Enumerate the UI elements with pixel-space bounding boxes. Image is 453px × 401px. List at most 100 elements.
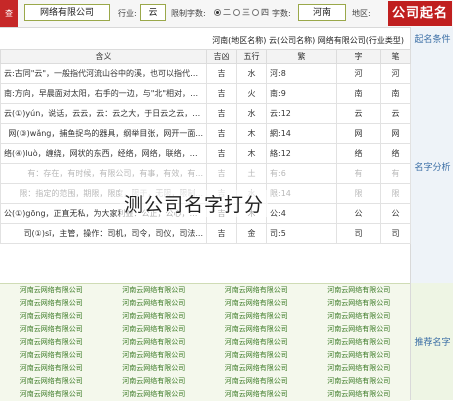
table-row: 网(③)wǎng，捕鱼捉鸟的器具，纲举目张，网开一面... 吉木網:14 网网 [0,123,411,144]
cell-element: 土 [236,163,267,184]
result-row: 河南云网络有限公司 河南云网络有限公司 河南云网络有限公司 河南云网络有限公司 [0,349,410,362]
cell-luck: 吉 [206,63,237,84]
recommended-name-link[interactable]: 河南云网络有限公司 [308,284,411,297]
industry-label: 行业: [118,9,137,18]
cell-char: 有 [336,163,381,184]
recommended-name-link[interactable]: 河南云网络有限公司 [308,362,411,375]
recommended-name-link[interactable]: 河南云网络有限公司 [103,336,206,349]
header-traditional: 繁 [266,49,337,64]
result-row: 河南云网络有限公司 河南云网络有限公司 河南云网络有限公司 河南云网络有限公司 [0,323,410,336]
cell-meaning: 司(①)sī，主管，操作：司机，司令，司仪，司法... [0,223,207,244]
recommended-name-link[interactable]: 河南云网络有限公司 [205,349,308,362]
recommended-name-link[interactable]: 河南云网络有限公司 [308,349,411,362]
recommended-name-link[interactable]: 河南云网络有限公司 [0,310,103,323]
cell-luck: 吉 [206,223,237,244]
header-char: 字 [336,49,381,64]
recommended-names-grid: 河南云网络有限公司 河南云网络有限公司 河南云网络有限公司 河南云网络有限公司 河南云网… [0,283,410,401]
recommended-name-link[interactable]: 河南云网络有限公司 [308,297,411,310]
recommended-name-link[interactable]: 河南云网络有限公司 [103,284,206,297]
cell-strokes: 云 [380,103,411,124]
cell-element: 水 [236,63,267,84]
result-row: 河南云网络有限公司 河南云网络有限公司 河南云网络有限公司 河南云网络有限公司 [0,284,410,297]
cell-traditional: 絡:12 [266,143,337,164]
recommended-name-link[interactable]: 河南云网络有限公司 [0,375,103,388]
result-row: 河南云网络有限公司 河南云网络有限公司 河南云网络有限公司 河南云网络有限公司 [0,388,410,401]
radio-label-3: 四 [261,8,269,17]
cell-meaning: 络(④)luò，缠绕，网状的东西，经络，网络，联络，笼络... [0,143,207,164]
industry-field[interactable]: 云 [140,4,166,21]
recommended-name-link[interactable]: 河南云网络有限公司 [205,336,308,349]
cell-meaning: 云(①)yún，说话，云云，云：云之大，于日云之云，云... [0,103,207,124]
cell-luck: 吉 [206,163,237,184]
cell-strokes: 网 [380,123,411,144]
recommended-name-link[interactable]: 河南云网络有限公司 [0,362,103,375]
search-button[interactable]: 查 [0,0,18,27]
radio-option-3[interactable] [252,9,259,16]
table-row: 络(④)luò，缠绕，网状的东西，经络，网络，联络，笼络... 吉木絡:12 络络 [0,143,411,164]
cell-traditional: 網:14 [266,123,337,144]
radio-option-1[interactable] [214,9,221,16]
company-type-field[interactable]: 网络有限公司 [24,4,110,21]
cell-char: 限 [336,183,381,204]
cell-strokes: 司 [380,223,411,244]
cell-strokes: 南 [380,83,411,104]
cell-element: 木 [236,143,267,164]
cell-char: 南 [336,83,381,104]
region-label: 地区: [352,9,371,18]
recommended-name-link[interactable]: 河南云网络有限公司 [308,310,411,323]
recommended-name-link[interactable]: 河南云网络有限公司 [308,323,411,336]
recommended-name-link[interactable]: 河南云网络有限公司 [205,323,308,336]
recommended-name-link[interactable]: 河南云网络有限公司 [0,349,103,362]
count-label: 限制字数: [171,9,206,18]
recommended-name-link[interactable]: 河南云网络有限公司 [205,310,308,323]
recommended-name-link[interactable]: 河南云网络有限公司 [103,349,206,362]
header-luck: 吉凶 [206,49,237,64]
header-meaning: 含义 [0,49,207,64]
cell-meaning: 云:古同"云"，一般指代河流山谷中的溪，也可以指代云彩的白云，人的... [0,63,207,84]
condition-summary: 河南(地区名称) 云(公司名称) 网络有限公司(行业类型) [212,36,404,45]
cell-char: 公 [336,203,381,224]
recommended-name-link[interactable]: 河南云网络有限公司 [103,375,206,388]
cell-char: 网 [336,123,381,144]
cell-strokes: 河 [380,63,411,84]
recommended-name-link[interactable]: 河南云网络有限公司 [0,336,103,349]
recommended-name-link[interactable]: 河南云网络有限公司 [308,375,411,388]
recommended-name-link[interactable]: 河南云网络有限公司 [205,362,308,375]
cell-traditional: 司:5 [266,223,337,244]
cell-traditional: 云:12 [266,103,337,124]
result-row: 河南云网络有限公司 河南云网络有限公司 河南云网络有限公司 河南云网络有限公司 [0,362,410,375]
cell-meaning: 有：存在，有时候，有限公司，有事，有效，有... [0,163,207,184]
recommended-name-link[interactable]: 河南云网络有限公司 [205,375,308,388]
recommended-name-link[interactable]: 河南云网络有限公司 [308,336,411,349]
radio-option-2[interactable] [233,9,240,16]
recommended-name-link[interactable]: 河南云网络有限公司 [103,310,206,323]
search-form-bar: 查 网络有限公司 行业: 云 限制字数: 二 三 四 字数: 河南 地区: 公司… [0,0,453,28]
cell-strokes: 公 [380,203,411,224]
cell-element: 水 [236,103,267,124]
recommended-name-link[interactable]: 河南云网络有限公司 [103,323,206,336]
recommended-name-link[interactable]: 河南云网络有限公司 [103,297,206,310]
side-label-analysis: 名字分析 [410,49,453,283]
recommended-name-link[interactable]: 河南云网络有限公司 [103,388,206,401]
recommended-name-link[interactable]: 河南云网络有限公司 [0,388,103,401]
cell-luck: 吉 [206,103,237,124]
recommended-name-link[interactable]: 河南云网络有限公司 [0,297,103,310]
side-label-recommend: 推荐名字 [410,283,453,400]
recommended-name-link[interactable]: 河南云网络有限公司 [205,284,308,297]
radio-label-2: 三 [242,8,250,17]
recommended-name-link[interactable]: 河南云网络有限公司 [0,284,103,297]
cell-traditional: 限:14 [266,183,337,204]
table-row: 云:古同"云"，一般指代河流山谷中的溪，也可以指代云彩的白云，人的...吉水河:… [0,63,411,84]
cell-meaning: 网(③)wǎng，捕鱼捉鸟的器具，纲举目张，网开一面... [0,123,207,144]
recommended-name-link[interactable]: 河南云网络有限公司 [103,362,206,375]
table-row: 南:方向，早晨面对太阳，右手的一边，与"北"相对，南极... 吉火南:9 南南 [0,83,411,104]
recommended-name-link[interactable]: 河南云网络有限公司 [308,388,411,401]
header-strokes: 笔 [380,49,411,64]
recommended-name-link[interactable]: 河南云网络有限公司 [205,388,308,401]
cell-char: 司 [336,223,381,244]
region-field[interactable]: 河南 [298,4,346,21]
recommended-name-link[interactable]: 河南云网络有限公司 [205,297,308,310]
table-row: 司(①)sī，主管，操作：司机，司令，司仪，司法... 吉金司:5 司司 [0,223,411,244]
cell-traditional: 河:8 [266,63,337,84]
recommended-name-link[interactable]: 河南云网络有限公司 [0,323,103,336]
